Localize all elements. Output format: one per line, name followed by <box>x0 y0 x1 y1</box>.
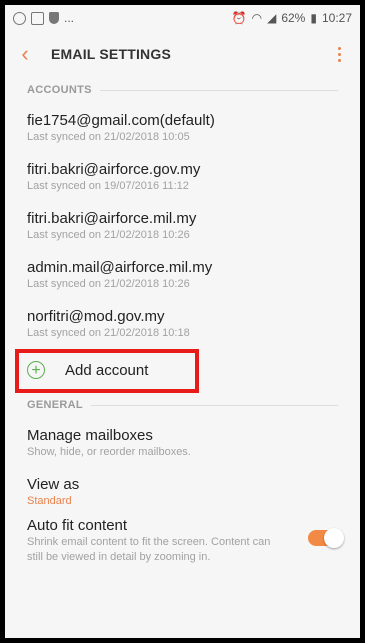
account-email: fitri.bakri@airforce.mil.my <box>27 209 197 227</box>
account-last-synced: Last synced on 19/07/2016 11:12 <box>27 179 189 192</box>
app-bar: ‹ EMAIL SETTINGS <box>5 31 360 77</box>
chevron-left-icon: ‹ <box>21 41 29 66</box>
plus-icon: + <box>27 361 45 379</box>
account-email: admin.mail@airforce.mil.my <box>27 258 213 276</box>
view-as-item[interactable]: View as Standard <box>5 467 360 516</box>
account-item[interactable]: fie1754@gmail.com(default) Last synced o… <box>5 103 360 152</box>
whatsapp-icon <box>13 11 26 25</box>
more-options-button[interactable] <box>326 31 352 77</box>
auto-fit-title: Auto fit content <box>27 517 128 534</box>
status-bar: ... ⏰ ◠ ◢ 62% ▮ 10:27 <box>5 5 360 31</box>
shield-icon <box>49 12 59 24</box>
account-item[interactable]: fitri.bakri@airforce.gov.my Last synced … <box>5 152 360 201</box>
add-account-button[interactable]: + Add account <box>5 348 360 393</box>
account-item[interactable]: admin.mail@airforce.mil.my Last synced o… <box>5 250 360 299</box>
account-item[interactable]: norfitri@mod.gov.my Last synced on 21/02… <box>5 299 360 348</box>
back-button[interactable]: ‹ <box>5 31 45 77</box>
view-as-title: View as <box>27 475 80 493</box>
auto-fit-content-item[interactable]: Auto fit content Shrink email content to… <box>5 516 360 565</box>
account-last-synced: Last synced on 21/02/2018 10:18 <box>27 326 190 339</box>
gallery-icon <box>31 11 44 25</box>
more-notifications-text: ... <box>64 11 75 25</box>
view-as-value: Standard <box>27 494 72 507</box>
manage-mailboxes-title: Manage mailboxes <box>27 426 153 444</box>
alarm-icon: ⏰ <box>231 11 247 25</box>
divider <box>90 404 338 406</box>
general-section-header: GENERAL <box>5 392 360 418</box>
account-item[interactable]: fitri.bakri@airforce.mil.my Last synced … <box>5 201 360 250</box>
manage-mailboxes-subtitle: Show, hide, or reorder mailboxes. <box>27 445 191 458</box>
page-title: EMAIL SETTINGS <box>51 46 171 62</box>
wifi-icon: ◠ <box>251 11 263 25</box>
account-last-synced: Last synced on 21/02/2018 10:26 <box>27 277 190 290</box>
auto-fit-toggle[interactable] <box>308 528 344 548</box>
accounts-section-header: ACCOUNTS <box>5 77 360 103</box>
clock: 10:27 <box>321 11 352 25</box>
manage-mailboxes-item[interactable]: Manage mailboxes Show, hide, or reorder … <box>5 418 360 467</box>
signal-icon: ◢ <box>267 11 277 25</box>
more-vert-icon <box>337 46 341 50</box>
screen: ... ⏰ ◠ ◢ 62% ▮ 10:27 ‹ EMAIL SETTINGS A… <box>5 5 360 638</box>
battery-icon: ▮ <box>310 11 317 25</box>
add-account-label: Add account <box>65 361 149 379</box>
auto-fit-subtitle: Shrink email content to fit the screen. … <box>27 536 271 563</box>
account-last-synced: Last synced on 21/02/2018 10:05 <box>27 130 190 143</box>
account-last-synced: Last synced on 21/02/2018 10:26 <box>27 228 190 241</box>
account-email: norfitri@mod.gov.my <box>27 307 165 325</box>
account-email: fie1754@gmail.com(default) <box>27 111 215 129</box>
account-email: fitri.bakri@airforce.gov.my <box>27 160 201 178</box>
battery-percent: 62% <box>281 11 306 25</box>
divider <box>99 89 338 91</box>
